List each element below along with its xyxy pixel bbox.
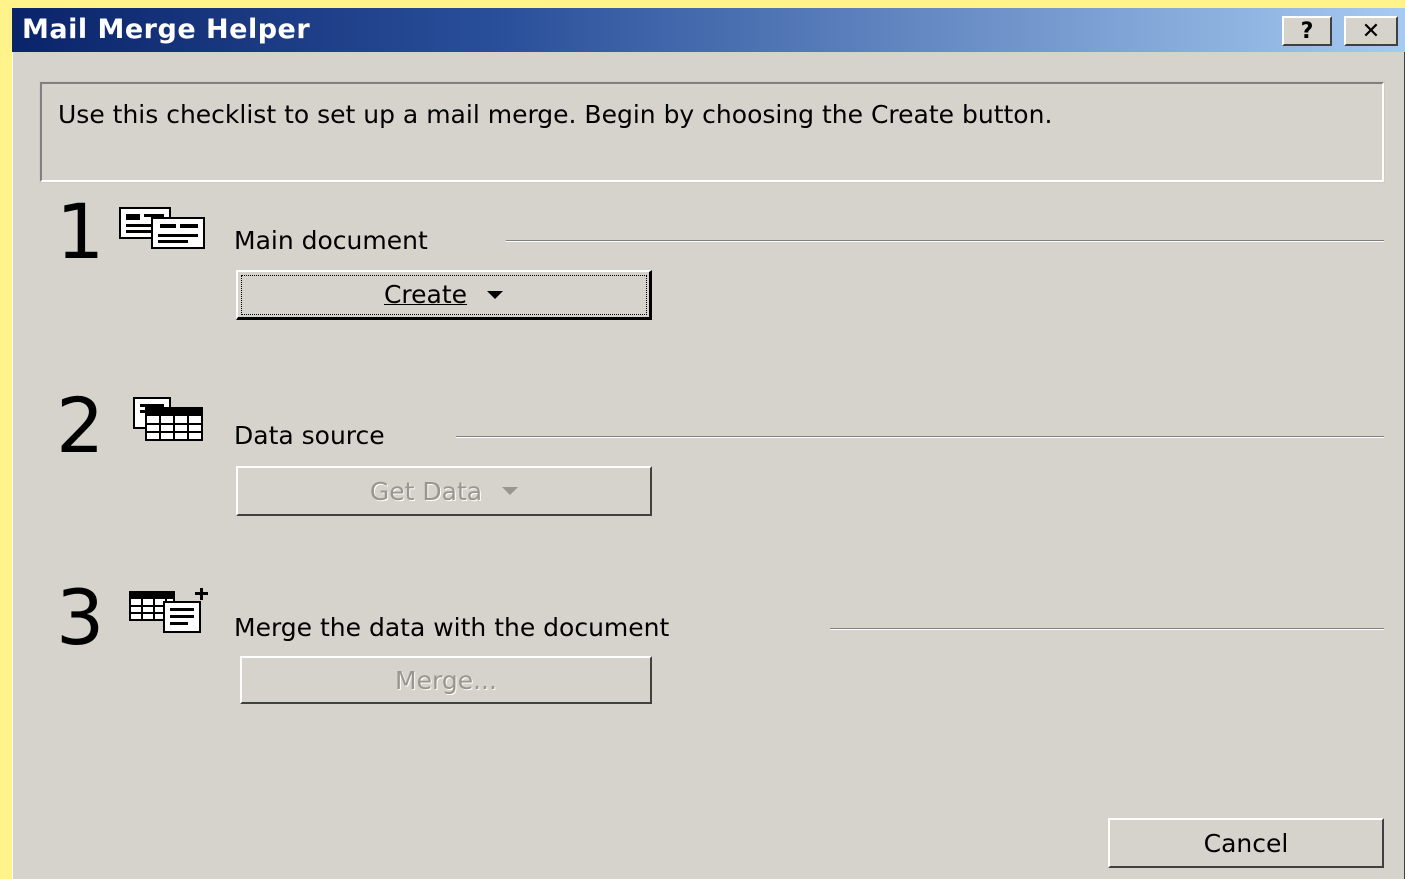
step-number-1: 1 <box>56 187 105 276</box>
main-document-icon <box>119 207 205 249</box>
data-source-label: Data source <box>234 421 397 450</box>
create-button-label: Create <box>383 280 468 309</box>
get-data-button[interactable]: Get Data <box>236 466 652 516</box>
main-document-label: Main document <box>234 226 440 255</box>
separator-line <box>506 240 1384 242</box>
chevron-down-icon <box>487 290 504 299</box>
mail-merge-helper-dialog: Mail Merge Helper ? ✕ Use this checklist… <box>12 8 1405 879</box>
create-button[interactable]: Create <box>236 270 652 320</box>
cancel-button[interactable]: Cancel <box>1108 818 1384 868</box>
chevron-down-icon <box>502 487 519 495</box>
merge-label: Merge the data with the document <box>234 613 682 642</box>
title-bar[interactable]: Mail Merge Helper ? ✕ <box>12 8 1405 52</box>
step-number-2: 2 <box>56 381 105 470</box>
merge-button[interactable]: Merge... <box>240 656 652 704</box>
help-button[interactable]: ? <box>1282 16 1332 46</box>
separator-line <box>456 436 1384 438</box>
merge-button-label: Merge... <box>395 665 497 695</box>
instruction-text: Use this checklist to set up a mail merg… <box>39 81 1385 183</box>
data-source-icon <box>133 397 203 441</box>
close-button[interactable]: ✕ <box>1344 16 1398 46</box>
separator-line <box>830 628 1384 630</box>
step-number-3: 3 <box>56 573 105 662</box>
get-data-button-label: Get Data <box>369 476 483 506</box>
merge-icon <box>129 588 208 633</box>
window-title: Mail Merge Helper <box>22 14 311 45</box>
